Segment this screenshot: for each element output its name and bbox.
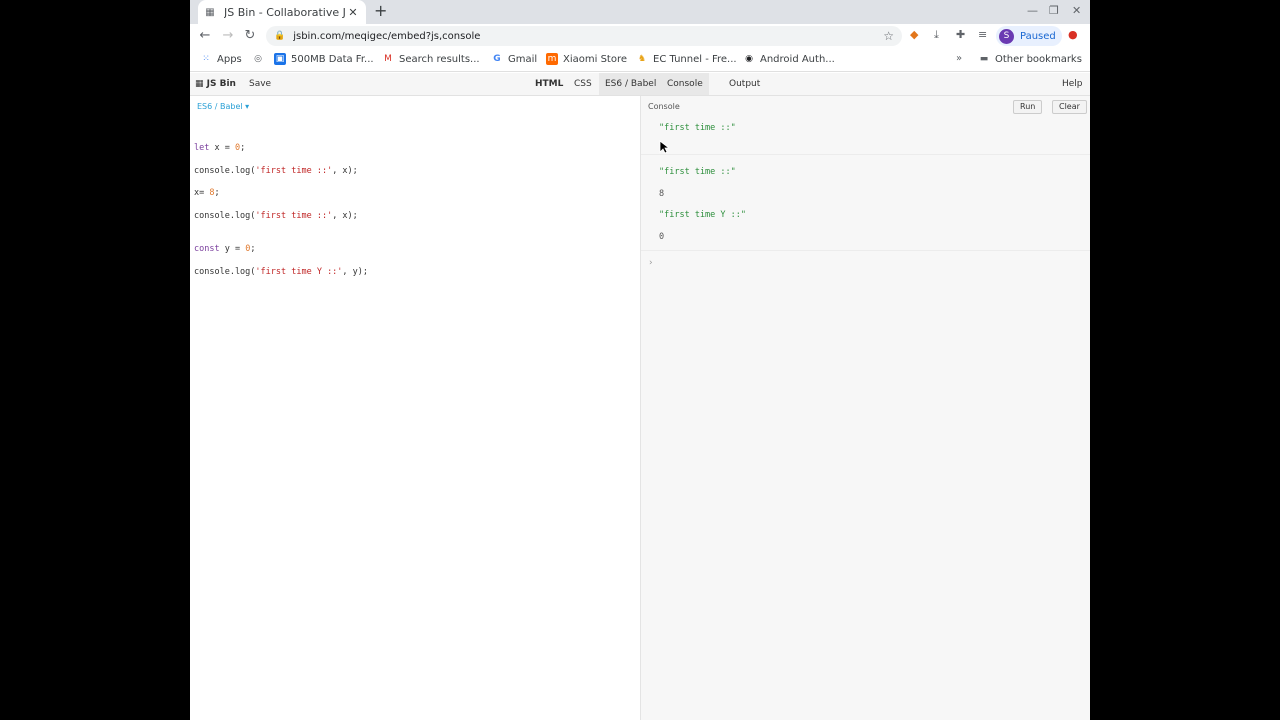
console-label: Console (648, 102, 680, 111)
bookmark-ec-tunnel[interactable]: ♞ EC Tunnel - Fre... (636, 53, 737, 65)
jsbin-header: ▦ JS Bin Save HTML CSS ES6 / Babel Conso… (190, 73, 1090, 96)
reload-icon[interactable]: ↻ (239, 28, 261, 43)
bookmark-label: Xiaomi Store (563, 53, 628, 65)
bookmark-500mb[interactable]: ▣ 500MB Data Fr... (274, 53, 374, 65)
close-window-icon[interactable]: ✕ (1072, 4, 1081, 17)
code-editor[interactable]: ES6 / Babel ▾ let x = 0; console.log('fi… (190, 96, 640, 720)
bookmark-label: Apps (217, 53, 242, 65)
apps-grid-icon: ⁙ (202, 54, 210, 64)
console-entry: "first time ::" (659, 123, 736, 133)
address-bar[interactable]: 🔒 jsbin.com/meqigec/embed?js,console ☆ (266, 26, 902, 46)
bookmark-gmail[interactable]: G Gmail (491, 53, 537, 65)
avatar: S (999, 28, 1014, 44)
new-tab-icon[interactable]: + (374, 3, 387, 19)
forward-icon[interactable]: → (217, 28, 239, 43)
tab-css[interactable]: CSS (568, 73, 598, 95)
jsbin-logo[interactable]: ▦ JS Bin (195, 79, 236, 89)
tab-output[interactable]: Output (723, 73, 766, 95)
folder-icon: ▬ (979, 54, 989, 64)
tab-es6-babel[interactable]: ES6 / Babel (599, 73, 663, 95)
tab-console[interactable]: Console (661, 73, 709, 95)
bookmarks-overflow-icon[interactable]: » (956, 53, 962, 64)
bookmark-label: EC Tunnel - Fre... (653, 53, 737, 65)
console-entry: "first time ::" (659, 167, 736, 177)
bookmark-other[interactable]: ▬ Other bookmarks (978, 53, 1082, 65)
metamask-extension-icon[interactable]: ◆ (910, 28, 918, 41)
bookmarks-bar: ⁙ Apps ◎ ▣ 500MB Data Fr... M Search res… (190, 48, 1090, 72)
profile-status: Paused (1020, 30, 1056, 42)
data-icon: ▣ (274, 53, 286, 65)
bookmark-star-icon[interactable]: ☆ (883, 29, 894, 43)
code-line: const y = 0; (194, 244, 256, 254)
download-icon[interactable]: ⤓ (934, 28, 939, 42)
console-entry: "first time Y ::" (659, 210, 746, 220)
minimize-icon[interactable]: — (1027, 4, 1038, 17)
console-panel: Console Run Clear "first time ::" "first… (640, 96, 1090, 720)
profile-paused-button[interactable]: S Paused (996, 26, 1062, 46)
bookmark-label: 500MB Data Fr... (291, 53, 374, 65)
gmail-icon: M (384, 54, 392, 64)
back-icon[interactable]: ← (194, 28, 216, 43)
bookmark-label: Android Auth... (760, 53, 835, 65)
tab-html[interactable]: HTML (529, 73, 569, 95)
browser-tab[interactable]: ▦ JS Bin - Collaborative Jav ✕ (198, 0, 366, 24)
mi-icon: m (546, 53, 558, 65)
bookmark-label: Other bookmarks (995, 53, 1082, 65)
bookmark-globe[interactable]: ◎ (252, 53, 269, 65)
console-value: 0 (659, 232, 665, 242)
code-line: console.log('first time ::', x); (194, 211, 358, 221)
jsbin-logo-icon: ▦ (195, 79, 207, 89)
jsbin-logo-text: JS Bin (206, 79, 236, 89)
browser-toolbar: ← → ↻ 🔒 jsbin.com/meqigec/embed?js,conso… (190, 24, 1090, 48)
reading-list-icon[interactable]: ≡ (978, 28, 987, 41)
close-tab-icon[interactable]: ✕ (346, 6, 360, 19)
update-menu-icon[interactable]: ● (1068, 28, 1078, 41)
bookmark-search-results[interactable]: M Search results... (382, 53, 480, 65)
restore-icon[interactable]: ❐ (1049, 4, 1059, 17)
run-button[interactable]: Run (1013, 100, 1043, 114)
mouse-cursor-icon (659, 140, 669, 154)
lock-icon: 🔒 (274, 31, 286, 41)
android-icon: ◉ (745, 54, 753, 64)
clear-button[interactable]: Clear (1052, 100, 1087, 114)
save-button[interactable]: Save (249, 79, 271, 89)
tab-title: JS Bin - Collaborative Jav (224, 5, 346, 19)
console-divider (641, 250, 1090, 251)
tunnel-icon: ♞ (637, 54, 647, 64)
language-selector[interactable]: ES6 / Babel ▾ (197, 102, 249, 111)
code-line: x= 8; (194, 188, 220, 198)
url-text: jsbin.com/meqigec/embed?js,console (293, 30, 481, 42)
console-value: 8 (659, 189, 665, 199)
bookmark-apps[interactable]: ⁙ Apps (200, 53, 242, 65)
console-divider (641, 154, 1090, 155)
console-prompt[interactable]: › (649, 258, 653, 268)
bookmark-label: Search results... (399, 53, 480, 65)
extensions-puzzle-icon[interactable]: ✚ (956, 28, 965, 41)
jsbin-favicon-icon: ▦ (205, 6, 215, 18)
code-line: console.log('first time ::', x); (194, 166, 358, 176)
tab-strip: ▦ JS Bin - Collaborative Jav ✕ + — ❐ ✕ (190, 0, 1090, 24)
browser-window: ▦ JS Bin - Collaborative Jav ✕ + — ❐ ✕ ←… (190, 0, 1090, 720)
globe-icon: ◎ (254, 54, 262, 64)
help-link[interactable]: Help (1062, 79, 1083, 89)
google-icon: G (493, 54, 501, 64)
bookmark-android-auth[interactable]: ◉ Android Auth... (743, 53, 835, 65)
bookmark-label: Gmail (508, 53, 538, 65)
code-line: let x = 0; (194, 143, 246, 153)
bookmark-xiaomi[interactable]: m Xiaomi Store (546, 53, 627, 65)
code-line: console.log('first time Y ::', y); (194, 267, 369, 277)
